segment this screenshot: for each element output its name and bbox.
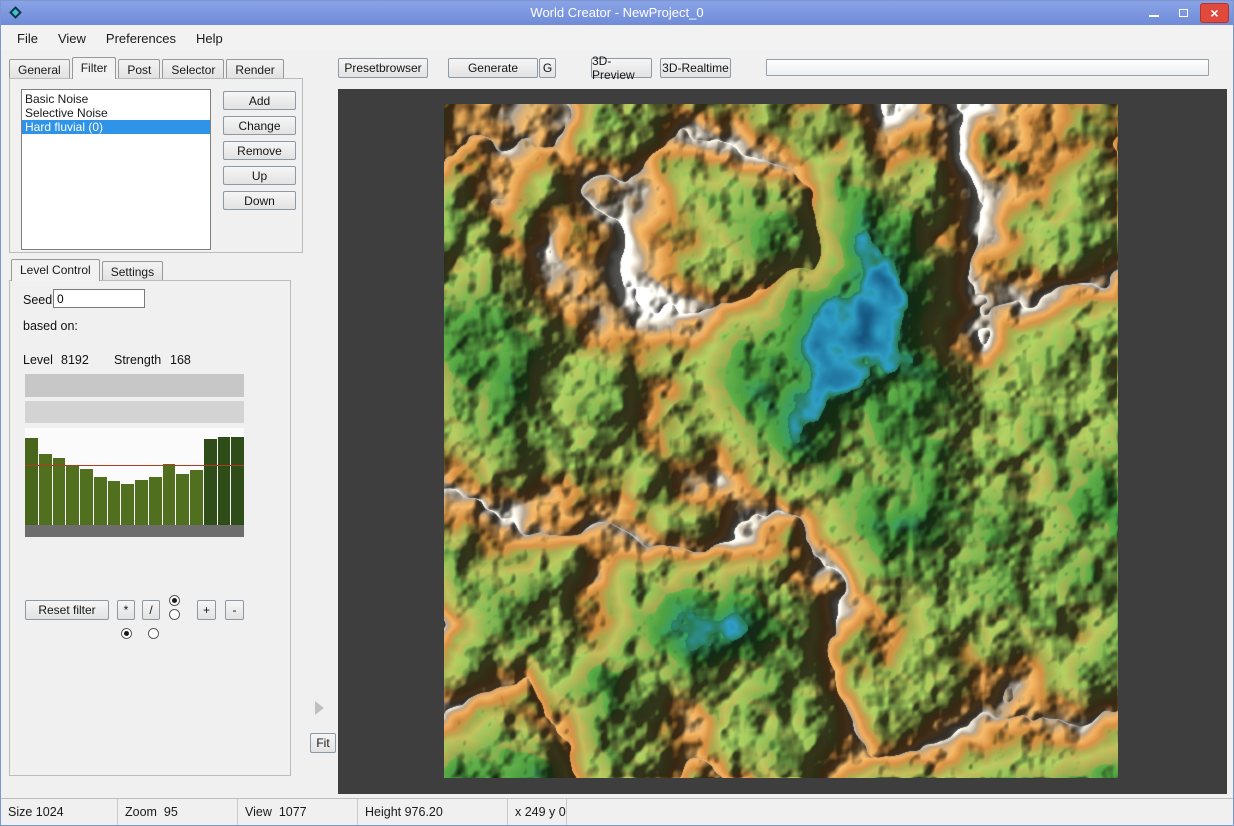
level-histogram-bars[interactable] <box>25 428 244 525</box>
tab[interactable]: Level Control <box>11 259 100 281</box>
histogram-bar[interactable] <box>108 481 121 525</box>
filter-listbox[interactable]: Basic NoiseSelective NoiseHard fluvial (… <box>21 89 211 250</box>
render-progress-bar <box>766 59 1209 76</box>
status-segment: Size 1024 <box>1 799 118 825</box>
status-segment: x 249 y 0 <box>508 799 567 825</box>
menu-bar: FileViewPreferencesHelp <box>1 25 1233 51</box>
level-value: 8192 <box>61 353 89 367</box>
fit-button[interactable]: Fit <box>310 733 336 753</box>
divide-button[interactable]: / <box>142 600 160 620</box>
terrain-render[interactable] <box>444 104 1118 778</box>
histogram-threshold-line[interactable] <box>25 465 244 466</box>
app-window: World Creator - NewProject_0 × FileViewP… <box>0 0 1234 826</box>
maximize-icon <box>1179 9 1188 17</box>
histogram-bar[interactable] <box>231 437 244 525</box>
filter-action-button[interactable]: Change <box>223 116 296 135</box>
histogram-bar[interactable] <box>121 484 134 525</box>
strength-label: Strength <box>114 353 161 367</box>
panel-collapse-arrow-icon[interactable] <box>315 701 324 715</box>
filter-list-item[interactable]: Basic Noise <box>22 92 210 106</box>
level-label: Level <box>23 353 53 367</box>
tab[interactable]: Post <box>118 59 160 78</box>
tab[interactable]: Selector <box>162 59 224 78</box>
histogram-bar[interactable] <box>218 437 231 525</box>
histogram-bar[interactable] <box>80 469 93 525</box>
window-title: World Creator - NewProject_0 <box>1 5 1233 20</box>
seed-label: Seed: <box>23 293 56 307</box>
minimize-button[interactable] <box>1140 4 1167 22</box>
menu-item[interactable]: View <box>48 27 96 50</box>
menu-item[interactable]: Preferences <box>96 27 186 50</box>
minus-button[interactable]: - <box>225 600 244 620</box>
realtime-3d-button[interactable]: 3D-Realtime <box>660 58 731 78</box>
radio-mode-bottom[interactable] <box>169 609 180 620</box>
histogram-bar[interactable] <box>176 474 189 525</box>
filter-action-button[interactable]: Up <box>223 166 296 185</box>
histogram-bar[interactable] <box>149 477 162 525</box>
plus-button[interactable]: + <box>197 600 216 620</box>
filter-action-button[interactable]: Remove <box>223 141 296 160</box>
histogram-bar[interactable] <box>25 438 38 525</box>
status-segment: Height 976.20 <box>358 799 508 825</box>
tab[interactable]: Settings <box>102 261 163 280</box>
tab[interactable]: Render <box>226 59 283 78</box>
presetbrowser-button[interactable]: Presetbrowser <box>338 58 428 78</box>
histogram-bar[interactable] <box>66 465 79 525</box>
menu-item[interactable]: File <box>7 27 48 50</box>
status-segment: View 1077 <box>238 799 358 825</box>
histogram-bar[interactable] <box>53 458 66 525</box>
status-segment: Zoom 95 <box>118 799 238 825</box>
filter-action-buttons: Add Change Remove Up Down <box>223 91 296 216</box>
histogram-upper-band[interactable] <box>25 374 244 397</box>
seed-input[interactable] <box>53 289 145 308</box>
histogram-scrollbar[interactable] <box>25 525 244 537</box>
histogram-bar[interactable] <box>163 464 176 525</box>
level-histogram <box>25 374 244 537</box>
preview-3d-button[interactable]: 3D-Preview <box>591 58 652 78</box>
radio-option-left[interactable] <box>121 628 132 639</box>
histogram-bar[interactable] <box>204 439 217 525</box>
level-tab-strip: Level ControlSettings <box>11 259 165 280</box>
filter-tab-strip: GeneralFilterPostSelectorRender <box>9 57 286 78</box>
tab[interactable]: General <box>9 59 70 78</box>
filter-list-item[interactable]: Selective Noise <box>22 106 210 120</box>
reset-filter-button[interactable]: Reset filter <box>25 600 109 620</box>
g-button[interactable]: G <box>539 58 556 78</box>
histogram-bar[interactable] <box>94 477 107 525</box>
filter-list-item[interactable]: Hard fluvial (0) <box>22 120 210 134</box>
filter-action-button[interactable]: Down <box>223 191 296 210</box>
histogram-bar[interactable] <box>135 480 148 525</box>
minimize-icon <box>1149 9 1159 17</box>
tab[interactable]: Filter <box>72 57 117 79</box>
based-on-label: based on: <box>23 319 78 333</box>
filter-action-button[interactable]: Add <box>223 91 296 110</box>
multiply-button[interactable]: * <box>117 600 135 620</box>
menu-item[interactable]: Help <box>186 27 233 50</box>
histogram-lower-band[interactable] <box>25 401 244 423</box>
viewport-area[interactable] <box>338 89 1227 794</box>
maximize-button[interactable] <box>1170 4 1197 22</box>
generate-button[interactable]: Generate <box>448 58 538 78</box>
radio-option-right[interactable] <box>148 628 159 639</box>
strength-value: 168 <box>170 353 191 367</box>
radio-mode-top[interactable] <box>169 595 180 606</box>
status-bar: Size 1024Zoom 95View 1077Height 976.20x … <box>1 798 1233 825</box>
histogram-bar[interactable] <box>190 470 203 525</box>
title-bar[interactable]: World Creator - NewProject_0 × <box>1 1 1233 25</box>
close-button[interactable]: × <box>1201 4 1228 22</box>
